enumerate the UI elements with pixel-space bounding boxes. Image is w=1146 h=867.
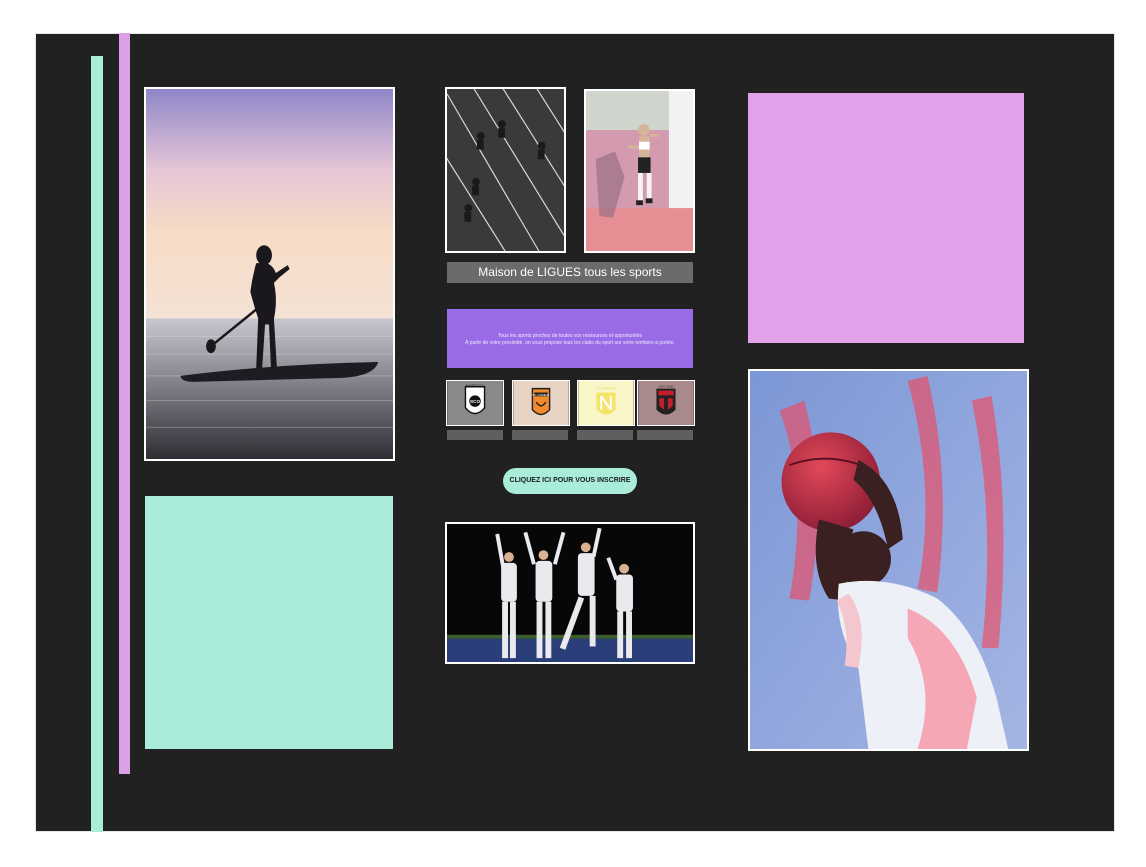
jumping-athlete-photo bbox=[584, 89, 695, 253]
club-logo-angers[interactable]: SCO ANGERS SCO bbox=[446, 380, 504, 426]
svg-text:FC NANTES: FC NANTES bbox=[597, 387, 617, 391]
svg-text:FC LORIENT: FC LORIENT bbox=[533, 393, 550, 397]
page-title-caption: Maison de LIGUES tous les sports bbox=[447, 262, 693, 283]
club-label-angers bbox=[447, 430, 503, 440]
club-logo-nantes[interactable]: FC NANTES bbox=[577, 380, 635, 426]
mint-accent-bar bbox=[91, 56, 103, 832]
svg-text:OGC NICE: OGC NICE bbox=[659, 385, 673, 389]
pink-color-block bbox=[748, 93, 1024, 343]
club-logo-nice[interactable]: OGC NICE bbox=[637, 380, 695, 426]
signup-button[interactable]: CLIQUEZ ICI POUR VOUS INSCRIRE bbox=[503, 468, 637, 494]
info-line-1: Tous les sports proches de toutes vos re… bbox=[498, 333, 642, 339]
pink-accent-bar bbox=[119, 33, 130, 774]
info-line-2: À partir de votre proximité, on vous pro… bbox=[465, 340, 675, 346]
svg-text:SCO: SCO bbox=[470, 399, 481, 405]
paddleboard-photo bbox=[144, 87, 395, 461]
mint-color-block bbox=[145, 496, 393, 749]
info-panel: Tous les sports proches de toutes vos re… bbox=[447, 309, 693, 368]
fencing-team-photo bbox=[445, 522, 695, 664]
club-logo-lorient[interactable]: FC LORIENT bbox=[512, 380, 570, 426]
svg-text:ANGERS SCO: ANGERS SCO bbox=[465, 384, 485, 388]
club-label-nantes bbox=[577, 430, 633, 440]
club-label-nice bbox=[637, 430, 693, 440]
athlete-ball-photo bbox=[748, 369, 1029, 751]
club-label-lorient bbox=[512, 430, 568, 440]
runners-track-photo bbox=[445, 87, 566, 253]
